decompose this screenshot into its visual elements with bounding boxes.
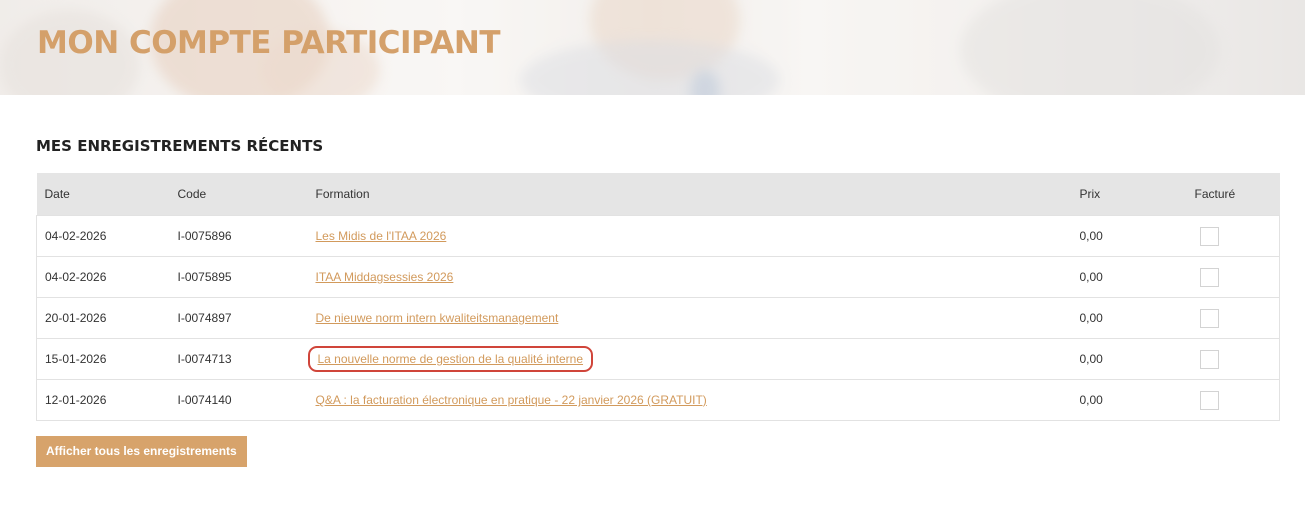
formation-link[interactable]: De nieuwe norm intern kwaliteitsmanageme… xyxy=(316,311,559,325)
row-formation-cell: Q&A : la facturation électronique en pra… xyxy=(307,379,1072,421)
row-formation-cell: ITAA Middagsessies 2026 xyxy=(307,256,1072,298)
column-header-code: Code xyxy=(169,173,308,216)
formation-link-highlighted[interactable]: La nouvelle norme de gestion de la quali… xyxy=(307,346,594,372)
formation-link[interactable]: ITAA Middagsessies 2026 xyxy=(316,270,454,284)
row-code: I-0074713 xyxy=(169,338,308,380)
row-facture-cell xyxy=(1186,215,1280,257)
facture-checkbox[interactable] xyxy=(1199,390,1219,410)
row-prix: 0,00 xyxy=(1071,297,1187,339)
table-row: 04-02-2026 I-0075895 ITAA Middagsessies … xyxy=(36,256,1280,298)
table-row: 12-01-2026 I-0074140 Q&A : la facturatio… xyxy=(36,379,1280,421)
column-header-prix: Prix xyxy=(1071,173,1187,216)
row-date: 15-01-2026 xyxy=(36,338,170,380)
facture-checkbox[interactable] xyxy=(1199,308,1219,328)
row-code: I-0075896 xyxy=(169,215,308,257)
row-formation-cell: De nieuwe norm intern kwaliteitsmanageme… xyxy=(307,297,1072,339)
facture-checkbox[interactable] xyxy=(1199,226,1219,246)
facture-checkbox[interactable] xyxy=(1199,349,1219,369)
row-formation-cell: Les Midis de l'ITAA 2026 xyxy=(307,215,1072,257)
row-code: I-0074140 xyxy=(169,379,308,421)
formation-link[interactable]: Q&A : la facturation électronique en pra… xyxy=(316,393,707,407)
table-row: 15-01-2026 I-0074713 La nouvelle norme d… xyxy=(36,338,1280,380)
row-prix: 0,00 xyxy=(1071,338,1187,380)
table-row: 20-01-2026 I-0074897 De nieuwe norm inte… xyxy=(36,297,1280,339)
row-facture-cell xyxy=(1186,297,1280,339)
hero-banner: MON COMPTE PARTICIPANT xyxy=(0,0,1305,95)
formation-link[interactable]: Les Midis de l'ITAA 2026 xyxy=(316,229,447,243)
row-prix: 0,00 xyxy=(1071,379,1187,421)
table-row: 04-02-2026 I-0075896 Les Midis de l'ITAA… xyxy=(36,215,1280,257)
registrations-table: Date Code Formation Prix Facturé 04-02-2… xyxy=(36,173,1280,421)
column-header-date: Date xyxy=(36,173,170,216)
row-code: I-0074897 xyxy=(169,297,308,339)
column-header-formation: Formation xyxy=(307,173,1072,216)
row-prix: 0,00 xyxy=(1071,215,1187,257)
row-date: 20-01-2026 xyxy=(36,297,170,339)
page-title: MON COMPTE PARTICIPANT xyxy=(37,25,501,61)
row-facture-cell xyxy=(1186,338,1280,380)
row-prix: 0,00 xyxy=(1071,256,1187,298)
row-formation-cell: La nouvelle norme de gestion de la quali… xyxy=(307,338,1072,380)
table-header-row: Date Code Formation Prix Facturé xyxy=(36,173,1280,216)
show-all-registrations-button[interactable]: Afficher tous les enregistrements xyxy=(36,436,247,467)
row-facture-cell xyxy=(1186,256,1280,298)
facture-checkbox[interactable] xyxy=(1199,267,1219,287)
column-header-facture: Facturé xyxy=(1186,173,1280,216)
row-facture-cell xyxy=(1186,379,1280,421)
row-date: 04-02-2026 xyxy=(36,215,170,257)
row-code: I-0075895 xyxy=(169,256,308,298)
row-date: 12-01-2026 xyxy=(36,379,170,421)
section-title: MES ENREGISTREMENTS RÉCENTS xyxy=(36,137,324,155)
row-date: 04-02-2026 xyxy=(36,256,170,298)
